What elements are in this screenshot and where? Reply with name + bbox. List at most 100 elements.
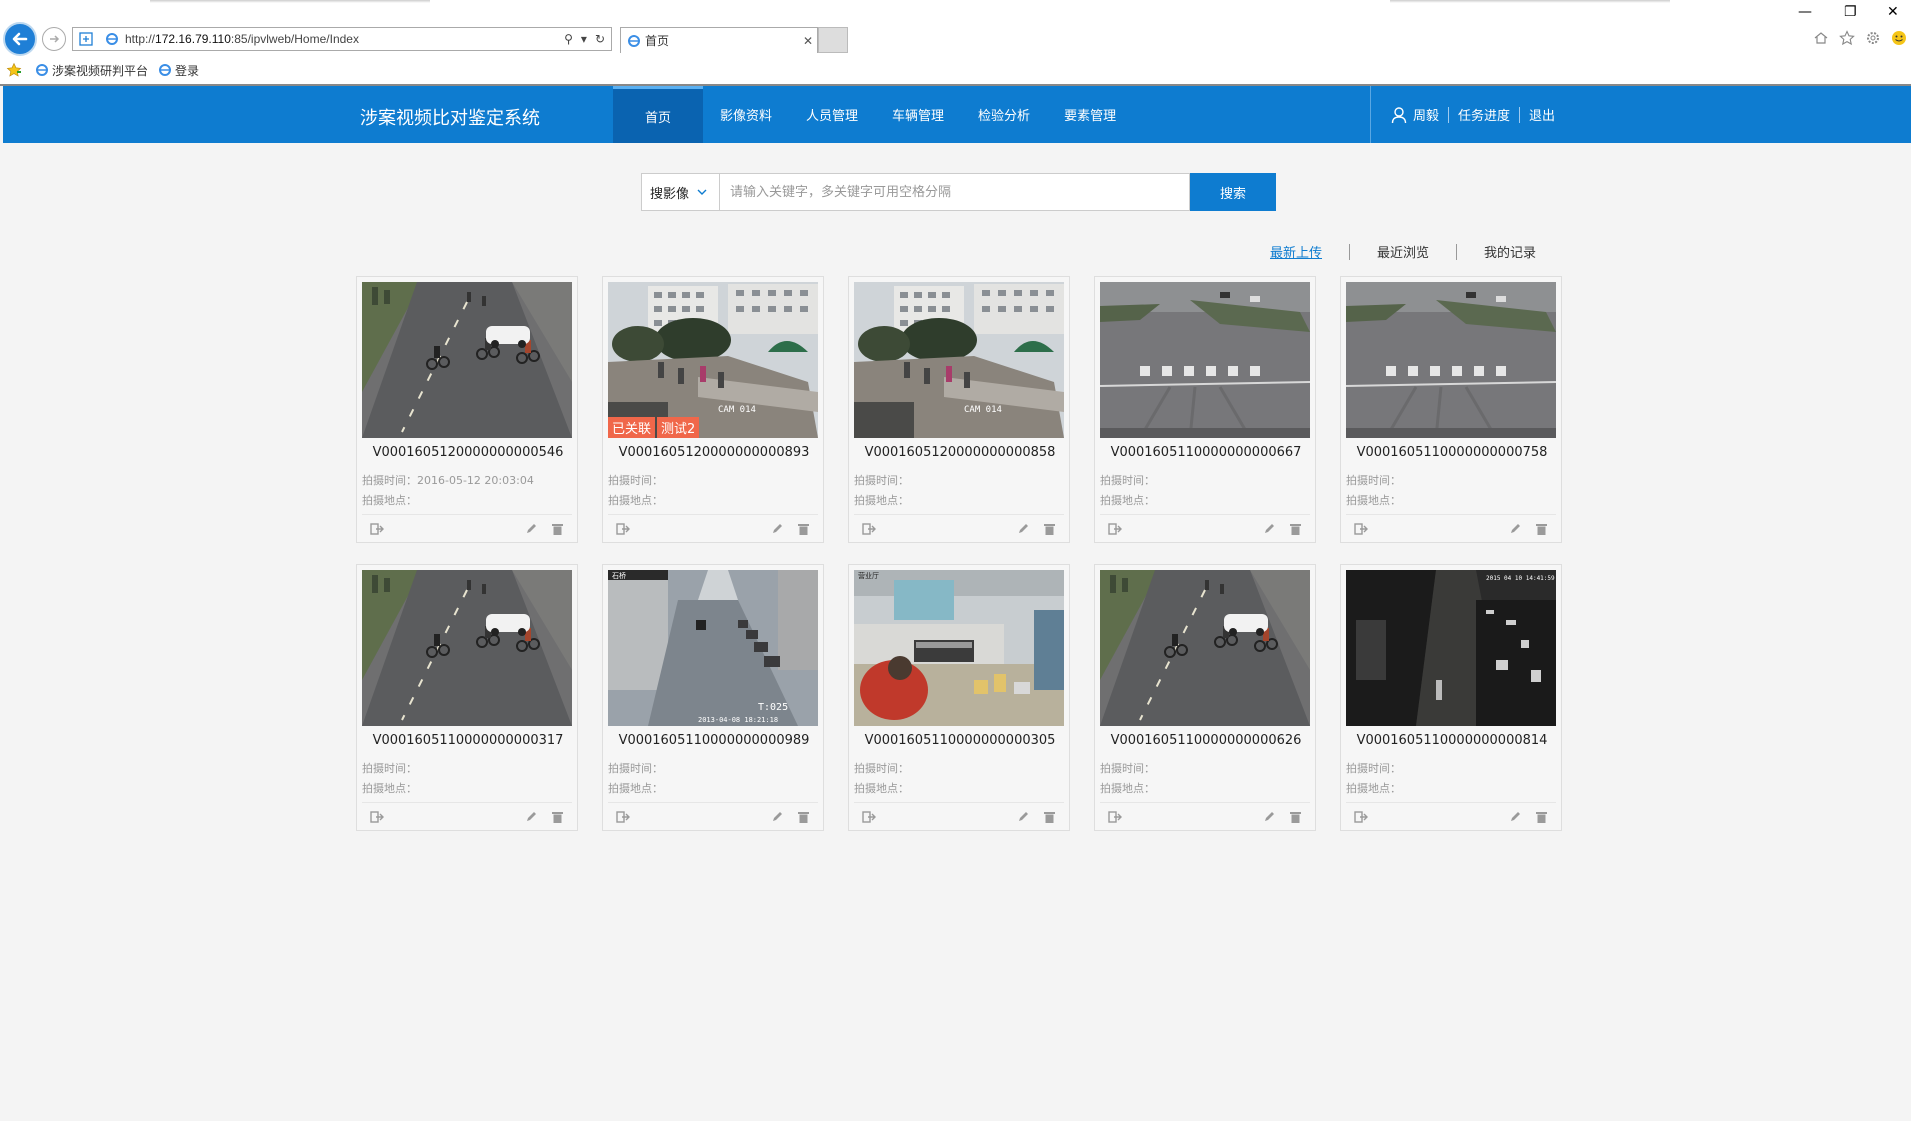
tab-recent-views[interactable]: 最近浏览 [1350, 242, 1456, 261]
export-icon[interactable] [616, 810, 630, 824]
nav-elements[interactable]: 要素管理 [1047, 86, 1133, 143]
gear-icon[interactable] [1865, 30, 1881, 46]
restore-icon[interactable]: ❐ [1844, 4, 1857, 20]
video-id[interactable]: V0001605120000000000546 [357, 445, 579, 460]
video-id[interactable]: V0001605120000000000893 [603, 445, 825, 460]
favorites-star-icon[interactable] [6, 62, 25, 78]
trash-icon[interactable] [796, 522, 810, 536]
video-thumbnail[interactable]: 2015 04 10 14:41:59 [1346, 570, 1556, 726]
new-tab-button[interactable] [818, 27, 848, 53]
search-button[interactable]: 搜索 [1190, 173, 1276, 211]
url-text[interactable]: http://172.16.79.110:85/ipvlweb/Home/Ind… [125, 32, 564, 46]
video-thumbnail[interactable]: 石桥 T:025 2013-04-08 18:21:18 [608, 570, 818, 726]
star-icon[interactable] [1839, 30, 1855, 46]
svg-text:T:025: T:025 [758, 702, 788, 713]
export-icon[interactable] [1108, 810, 1122, 824]
video-thumbnail[interactable] [1100, 282, 1310, 438]
search-input[interactable] [720, 173, 1190, 211]
nav-vehicles[interactable]: 车辆管理 [875, 86, 961, 143]
tab-latest-upload[interactable]: 最新上传 [1270, 242, 1349, 261]
video-id[interactable]: V0001605110000000000317 [357, 733, 579, 748]
pencil-icon[interactable] [524, 522, 538, 536]
nav-media[interactable]: 影像资料 [703, 86, 789, 143]
video-thumbnail[interactable] [1100, 570, 1310, 726]
pencil-icon[interactable] [1508, 810, 1522, 824]
browser-tab[interactable]: 首页 ✕ [620, 27, 818, 53]
video-id[interactable]: V0001605120000000000858 [849, 445, 1071, 460]
trash-icon[interactable] [550, 522, 564, 536]
video-id[interactable]: V0001605110000000000989 [603, 733, 825, 748]
export-icon[interactable] [862, 522, 876, 536]
pencil-icon[interactable] [1508, 522, 1522, 536]
video-thumbnail[interactable] [362, 570, 572, 726]
dropdown-icon[interactable]: ▾ [581, 32, 587, 46]
favorite-link[interactable]: 涉案视频研判平台 [35, 62, 148, 79]
favorite-link[interactable]: 登录 [158, 62, 199, 79]
video-id[interactable]: V0001605110000000000814 [1341, 733, 1563, 748]
pencil-icon[interactable] [1262, 810, 1276, 824]
shoot-time-label: 拍摄时间： [1100, 474, 1155, 487]
close-tab-icon[interactable]: ✕ [799, 34, 817, 48]
export-icon[interactable] [862, 810, 876, 824]
app-brand: 涉案视频比对鉴定系统 [360, 108, 540, 129]
video-thumbnail[interactable] [1346, 282, 1556, 438]
export-icon[interactable] [616, 522, 630, 536]
shoot-location: 拍摄地点： [1100, 492, 1155, 508]
video-thumbnail[interactable]: CAM 014 已关联 测试2 [608, 282, 818, 438]
smiley-icon[interactable] [1891, 30, 1907, 46]
shoot-time: 拍摄时间： [854, 472, 909, 488]
trash-icon[interactable] [550, 810, 564, 824]
video-thumbnail[interactable]: 营业厅 [854, 570, 1064, 726]
compat-icon[interactable] [77, 30, 95, 48]
nav-persons[interactable]: 人员管理 [789, 86, 875, 143]
export-icon[interactable] [370, 810, 384, 824]
shoot-location-label: 拍摄地点： [608, 494, 663, 507]
scene-image: 石桥 T:025 2013-04-08 18:21:18 [608, 570, 818, 726]
svg-text:2015 04 10 14:41:59: 2015 04 10 14:41:59 [1486, 575, 1555, 582]
nav-home[interactable]: 首页 [613, 86, 703, 143]
address-bar[interactable]: http://172.16.79.110:85/ipvlweb/Home/Ind… [72, 27, 612, 51]
video-id[interactable]: V0001605110000000000305 [849, 733, 1071, 748]
pencil-icon[interactable] [770, 810, 784, 824]
video-thumbnail[interactable] [362, 282, 572, 438]
trash-icon[interactable] [796, 810, 810, 824]
user-name-link[interactable]: 周毅 [1413, 105, 1439, 124]
export-icon[interactable] [1354, 522, 1368, 536]
video-id[interactable]: V0001605110000000000626 [1095, 733, 1317, 748]
logout-link[interactable]: 退出 [1529, 105, 1555, 124]
close-window-icon[interactable]: ✕ [1887, 4, 1899, 20]
shoot-time-label: 拍摄时间： [1346, 474, 1401, 487]
shoot-location: 拍摄地点： [362, 780, 417, 796]
tab-my-records[interactable]: 我的记录 [1457, 242, 1563, 261]
trash-icon[interactable] [1288, 810, 1302, 824]
forward-button[interactable] [42, 27, 66, 51]
back-button[interactable] [3, 22, 37, 56]
scene-image: 营业厅 [854, 570, 1064, 726]
home-icon[interactable] [1813, 30, 1829, 46]
search-icon[interactable]: ⚲ [564, 32, 573, 46]
search-type-select[interactable]: 搜影像 [641, 173, 720, 211]
pencil-icon[interactable] [1016, 522, 1030, 536]
video-id[interactable]: V0001605110000000000667 [1095, 445, 1317, 460]
trash-icon[interactable] [1534, 810, 1548, 824]
video-id[interactable]: V0001605110000000000758 [1341, 445, 1563, 460]
pencil-icon[interactable] [1262, 522, 1276, 536]
export-icon[interactable] [1108, 522, 1122, 536]
trash-icon[interactable] [1042, 522, 1056, 536]
pencil-icon[interactable] [524, 810, 538, 824]
shoot-time: 拍摄时间： [362, 760, 417, 776]
minimize-icon[interactable]: — [1798, 4, 1812, 20]
pencil-icon[interactable] [770, 522, 784, 536]
nav-analysis[interactable]: 检验分析 [961, 86, 1047, 143]
trash-icon[interactable] [1042, 810, 1056, 824]
refresh-icon[interactable]: ↻ [595, 32, 605, 46]
shoot-location-label: 拍摄地点： [1100, 782, 1155, 795]
trash-icon[interactable] [1288, 522, 1302, 536]
video-thumbnail[interactable]: CAM 014 [854, 282, 1064, 438]
trash-icon[interactable] [1534, 522, 1548, 536]
export-icon[interactable] [1354, 810, 1368, 824]
pencil-icon[interactable] [1016, 810, 1030, 824]
main-nav: 首页 影像资料 人员管理 车辆管理 检验分析 要素管理 [613, 86, 1133, 143]
export-icon[interactable] [370, 522, 384, 536]
task-progress-link[interactable]: 任务进度 [1458, 105, 1510, 124]
